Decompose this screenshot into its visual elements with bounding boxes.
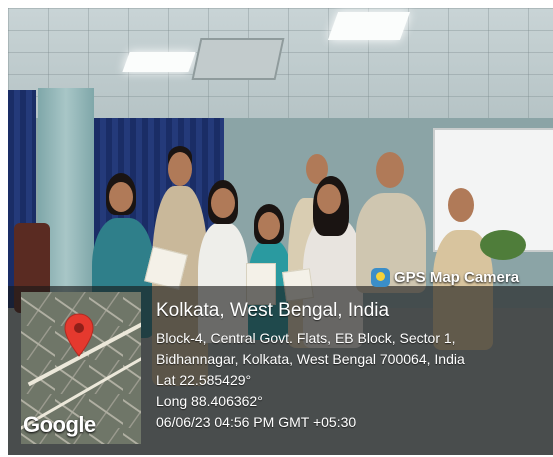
person-head xyxy=(258,212,280,240)
gps-map-camera-badge: GPS Map Camera xyxy=(371,265,519,289)
flower-bouquet xyxy=(480,230,526,260)
longitude: Long 88.406362° xyxy=(156,393,263,409)
app-name: GPS Map Camera xyxy=(394,268,520,286)
latitude: Lat 22.585429° xyxy=(156,372,252,388)
ceiling-light xyxy=(122,52,196,72)
location-details: Kolkata, West Bengal, India Block-4, Cen… xyxy=(156,300,465,433)
person-head xyxy=(109,182,133,212)
person-head xyxy=(376,152,404,188)
datetime: 06/06/23 04:56 PM GMT +05:30 xyxy=(156,414,357,430)
address-line-2: Bidhannagar, Kolkata, West Bengal 700064… xyxy=(156,351,465,367)
air-conditioner xyxy=(191,38,285,80)
person-head xyxy=(448,188,474,222)
person-head xyxy=(317,184,341,214)
address-line-1: Block-4, Central Govt. Flats, EB Block, … xyxy=(156,330,456,346)
location-title: Kolkata, West Bengal, India xyxy=(156,300,390,321)
map-pin-icon xyxy=(64,313,94,357)
ceiling-light xyxy=(327,12,411,40)
photo-frame: Google GPS Map Camera Kolkata, West Beng… xyxy=(0,0,553,457)
person-head xyxy=(168,152,192,186)
gps-map-camera-icon xyxy=(371,267,390,287)
person-head xyxy=(211,188,235,218)
google-logo: Google xyxy=(23,412,96,437)
